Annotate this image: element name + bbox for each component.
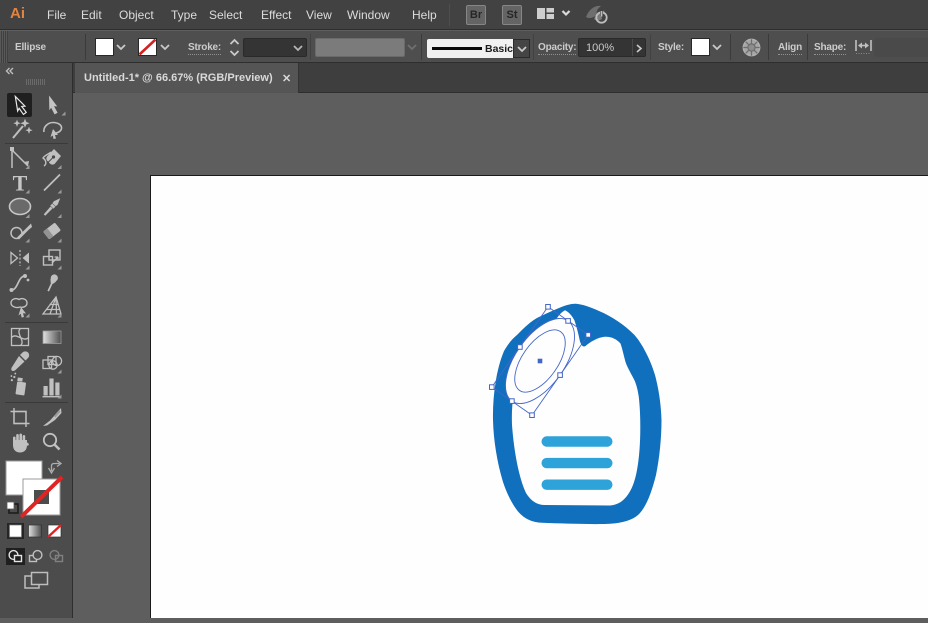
svg-text:T: T [13, 171, 28, 196]
